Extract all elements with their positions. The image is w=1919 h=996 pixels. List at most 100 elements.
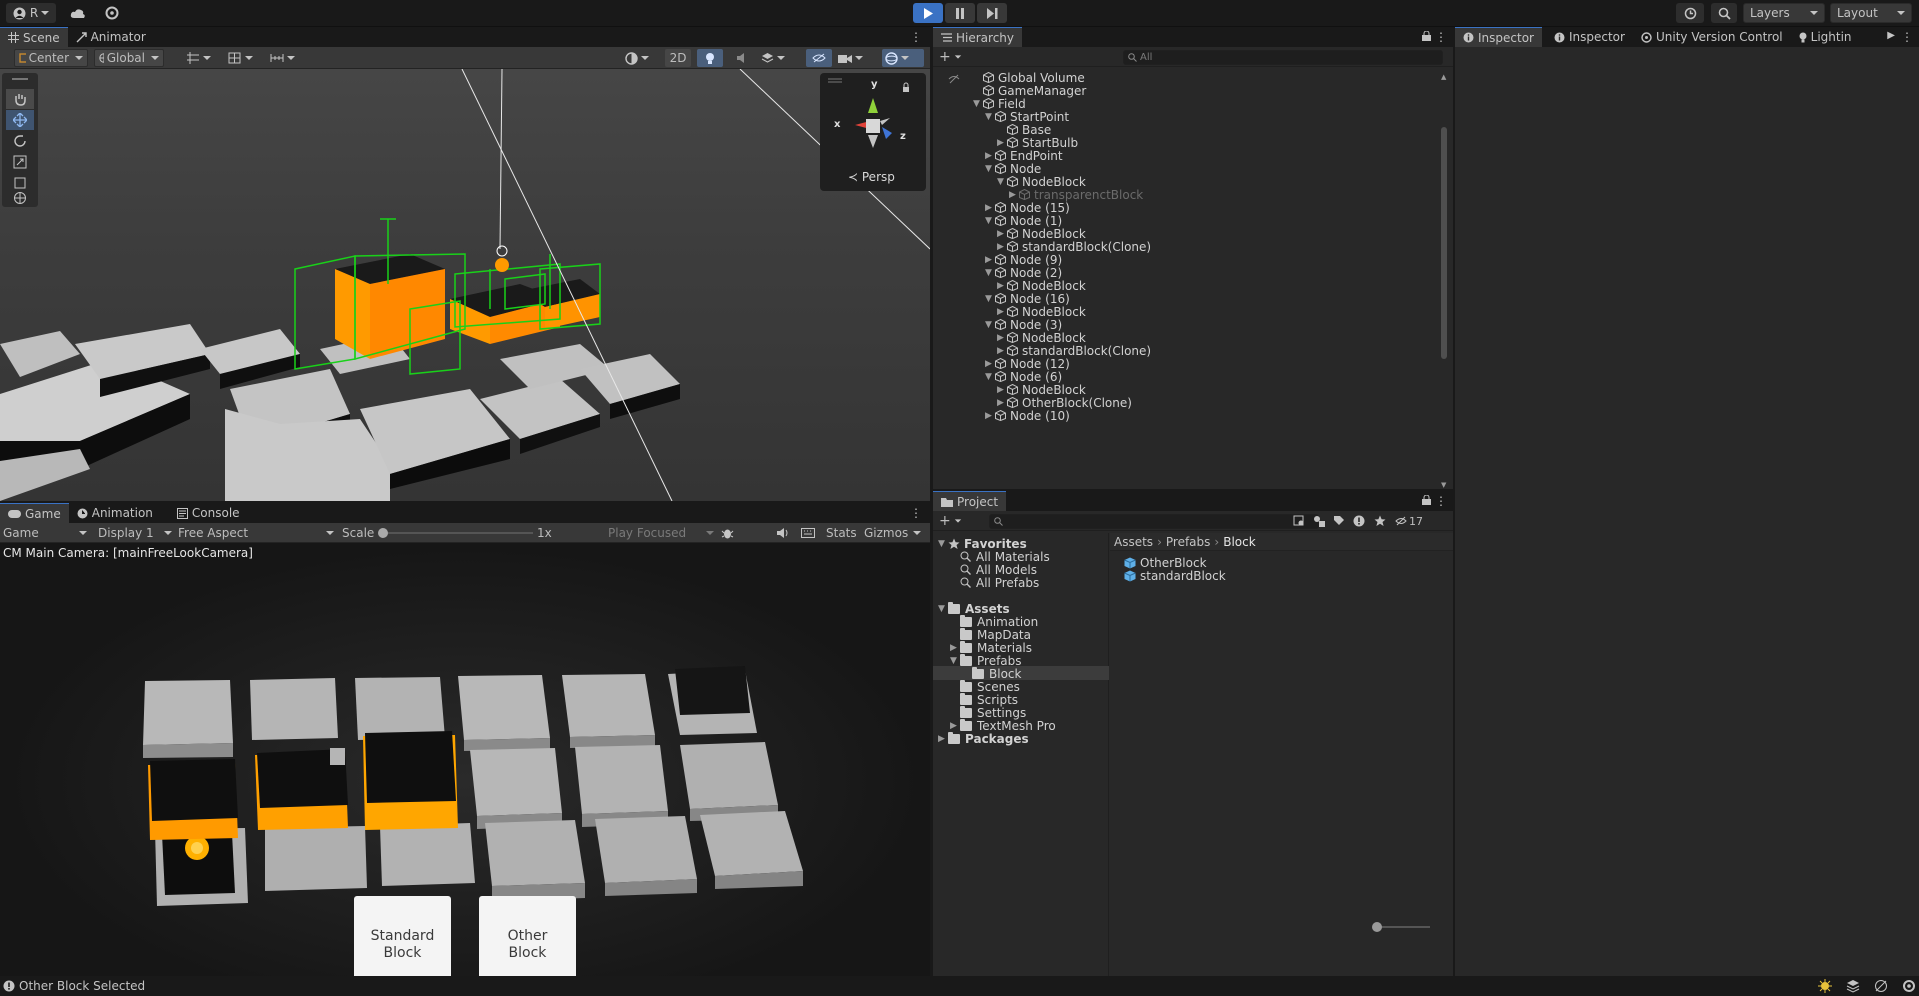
tab-lighting[interactable]: Lightin bbox=[1791, 27, 1860, 47]
expand-right-icon[interactable]: ▶ bbox=[1009, 190, 1019, 200]
expand-down-icon[interactable]: ▼ bbox=[985, 320, 995, 330]
scale-slider-handle[interactable] bbox=[378, 528, 388, 538]
asset-folder-item[interactable]: Scripts bbox=[950, 692, 1018, 707]
tab-inspector-2[interactable]: Inspector bbox=[1546, 27, 1633, 47]
stats-toggle[interactable]: Stats bbox=[826, 524, 857, 542]
project-search-input[interactable] bbox=[989, 514, 1319, 529]
scene-viewport[interactable]: y x z ≺ Persp bbox=[0, 69, 930, 501]
project-add-button[interactable]: + bbox=[939, 512, 962, 530]
hierarchy-item[interactable]: ▶ standardBlock(Clone) bbox=[997, 240, 1151, 254]
layout-dropdown[interactable]: Layout bbox=[1830, 3, 1912, 23]
scene-visibility-icon[interactable] bbox=[948, 74, 960, 85]
hierarchy-item[interactable]: ▼ StartPoint bbox=[985, 110, 1069, 124]
tab-inspector-1[interactable]: Inspector bbox=[1455, 27, 1542, 47]
account-dropdown[interactable]: R bbox=[6, 3, 56, 23]
aspect-dropdown[interactable]: Free Aspect bbox=[178, 524, 334, 542]
layers-dropdown[interactable]: Layers bbox=[1743, 3, 1825, 23]
tab-console[interactable]: Console bbox=[169, 503, 248, 523]
asset-folder-item[interactable]: ▶ TextMesh Pro bbox=[950, 718, 1056, 733]
gizmos-toggle[interactable]: Gizmos bbox=[864, 524, 922, 542]
scale-tool[interactable] bbox=[6, 152, 34, 172]
hierarchy-add-button[interactable]: + bbox=[939, 48, 962, 66]
expand-icon[interactable]: ▶ bbox=[950, 721, 960, 731]
space-dropdown[interactable]: Global bbox=[94, 49, 164, 67]
expand-right-icon[interactable]: ▶ bbox=[985, 359, 995, 369]
hierarchy-item[interactable]: Global Volume bbox=[973, 71, 1085, 85]
hierarchy-item[interactable]: ▶ NodeBlock bbox=[997, 227, 1086, 241]
lock-icon[interactable] bbox=[1422, 31, 1431, 41]
mode-2d-toggle[interactable]: 2D bbox=[665, 49, 691, 67]
favorites-section[interactable]: ▼ Favorites bbox=[938, 537, 1027, 551]
expand-right-icon[interactable]: ▶ bbox=[997, 242, 1007, 252]
game-viewport[interactable]: CM Main Camera: [mainFreeLookCamera] Sta… bbox=[0, 543, 930, 976]
grid-dropdown[interactable] bbox=[228, 49, 264, 67]
status-text[interactable]: Other Block Selected bbox=[19, 979, 145, 993]
hierarchy-item[interactable]: ▶ StartBulb bbox=[997, 136, 1078, 150]
scene-menu-icon[interactable]: ⋮ bbox=[910, 30, 922, 44]
rotate-tool[interactable] bbox=[6, 131, 34, 151]
tab-game[interactable]: Game bbox=[0, 503, 69, 523]
pause-button[interactable] bbox=[945, 3, 975, 23]
tab-scene[interactable]: Scene bbox=[0, 27, 68, 47]
hierarchy-item[interactable]: ▶ NodeBlock bbox=[997, 279, 1086, 293]
asset-folder-item[interactable]: Settings bbox=[950, 705, 1026, 720]
scene-visibility-toggle[interactable] bbox=[806, 49, 832, 67]
breadcrumb-prefabs[interactable]: Prefabs bbox=[1166, 535, 1211, 549]
expand-down-icon[interactable]: ▼ bbox=[985, 112, 995, 122]
gear-icon[interactable] bbox=[1902, 979, 1916, 993]
hierarchy-item[interactable]: ▶ EndPoint bbox=[985, 149, 1063, 163]
favorite-filter-button[interactable] bbox=[1374, 512, 1386, 530]
hierarchy-item[interactable]: ▶ Node (10) bbox=[985, 409, 1070, 423]
shortcut-toggle[interactable] bbox=[801, 524, 815, 542]
tab-animator[interactable]: Animator bbox=[68, 27, 154, 47]
hierarchy-item[interactable]: ▼ Node (1) bbox=[985, 214, 1062, 228]
hierarchy-item[interactable]: ▶ NodeBlock bbox=[997, 331, 1086, 345]
expand-icon[interactable]: ▶ bbox=[950, 643, 960, 653]
hierarchy-item[interactable]: ▶ NodeBlock bbox=[997, 383, 1086, 397]
inspector-menu-icon[interactable]: ⋮ bbox=[1901, 30, 1913, 44]
hand-tool[interactable] bbox=[6, 89, 34, 109]
asset-folder-item[interactable]: ▶ Materials bbox=[950, 640, 1032, 655]
orientation-gizmo[interactable]: y x z ≺ Persp bbox=[820, 73, 926, 191]
favorite-item[interactable]: All Materials bbox=[960, 550, 1050, 564]
expand-down-icon[interactable]: ▼ bbox=[985, 372, 995, 382]
snap-dropdown[interactable] bbox=[186, 49, 222, 67]
hierarchy-item[interactable]: GameManager bbox=[973, 84, 1086, 98]
icon-size-slider[interactable] bbox=[1372, 922, 1430, 932]
hierarchy-item[interactable]: ▶ Node (9) bbox=[985, 253, 1062, 267]
expand-down-icon[interactable]: ▼ bbox=[985, 268, 995, 278]
assets-section[interactable]: ▼ Assets bbox=[938, 601, 1010, 616]
expand-down-icon[interactable]: ▼ bbox=[985, 164, 995, 174]
camera-dropdown[interactable] bbox=[838, 49, 874, 67]
step-button[interactable] bbox=[977, 3, 1007, 23]
hierarchy-item[interactable]: ▼ NodeBlock bbox=[997, 175, 1086, 189]
expand-right-icon[interactable]: ▶ bbox=[985, 255, 995, 265]
transform-tool[interactable] bbox=[6, 189, 34, 207]
other-block-button[interactable]: Other Block bbox=[479, 896, 576, 976]
hierarchy-search-input[interactable]: All bbox=[1123, 50, 1443, 65]
hierarchy-item[interactable]: ▼ Node (2) bbox=[985, 266, 1062, 280]
expand-right-icon[interactable]: ▶ bbox=[997, 281, 1007, 291]
stack-icon[interactable] bbox=[1846, 979, 1860, 993]
increment-snap-dropdown[interactable] bbox=[270, 49, 306, 67]
favorite-item[interactable]: All Models bbox=[960, 563, 1037, 577]
hidden-packages-toggle[interactable]: 17 bbox=[1395, 512, 1423, 530]
project-menu-icon[interactable]: ⋮ bbox=[1435, 494, 1447, 508]
expand-right-icon[interactable]: ▶ bbox=[985, 411, 995, 421]
hierarchy-item[interactable]: ▶ NodeBlock bbox=[997, 305, 1086, 319]
history-button[interactable] bbox=[1676, 3, 1704, 23]
favorite-item[interactable]: All Prefabs bbox=[960, 576, 1039, 590]
effects-dropdown[interactable] bbox=[761, 49, 797, 67]
hierarchy-item[interactable]: ▼ Node bbox=[985, 162, 1041, 176]
move-tool[interactable] bbox=[6, 110, 34, 130]
hierarchy-item[interactable]: ▼ Node (16) bbox=[985, 292, 1070, 306]
breadcrumb-assets[interactable]: Assets bbox=[1114, 535, 1153, 549]
expand-right-icon[interactable]: ▶ bbox=[985, 203, 995, 213]
asset-folder-item[interactable]: Scenes bbox=[950, 679, 1020, 694]
search-by-type-button[interactable] bbox=[1293, 512, 1305, 530]
prefab-file-item[interactable]: standardBlock bbox=[1124, 569, 1226, 583]
hierarchy-item[interactable]: ▶ standardBlock(Clone) bbox=[997, 344, 1151, 358]
expand-right-icon[interactable]: ▶ bbox=[997, 307, 1007, 317]
breadcrumb-block[interactable]: Block bbox=[1223, 535, 1255, 549]
game-view-dropdown[interactable]: Game bbox=[3, 524, 87, 542]
